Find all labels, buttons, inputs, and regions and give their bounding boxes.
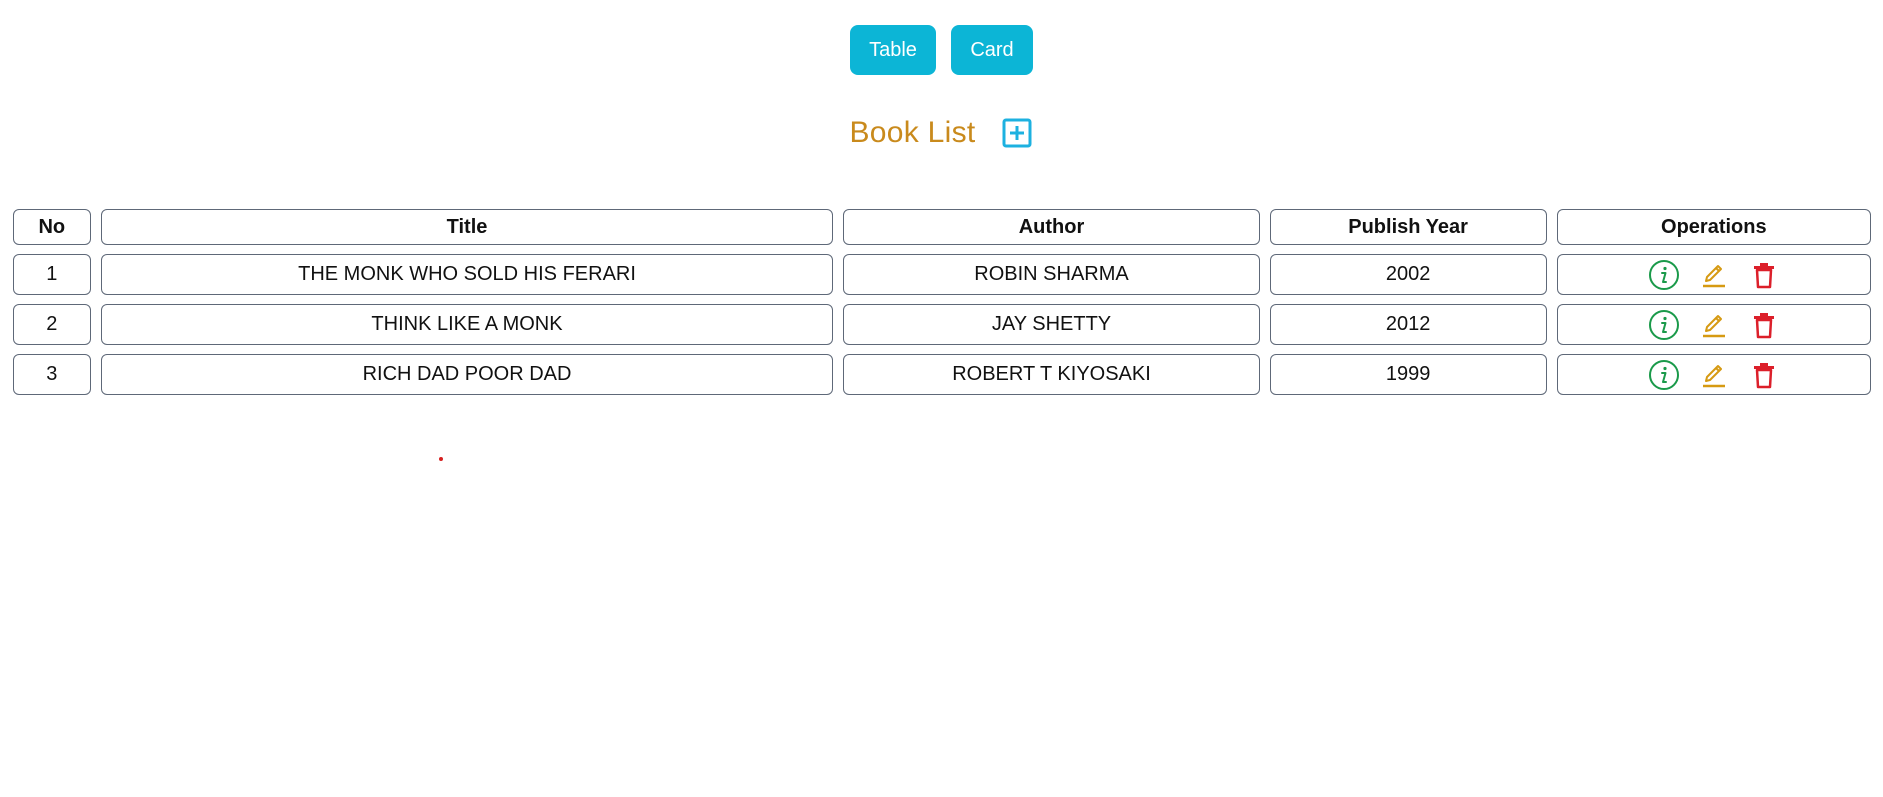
table-view-button[interactable]: Table bbox=[850, 25, 936, 75]
cell-title: THE MONK WHO SOLD HIS FERARI bbox=[100, 254, 834, 295]
table-row: 1 THE MONK WHO SOLD HIS FERARI ROBIN SHA… bbox=[13, 254, 1871, 295]
column-header-operations: Operations bbox=[1556, 209, 1871, 245]
info-circle-icon bbox=[1648, 259, 1679, 290]
operations-group bbox=[1558, 359, 1870, 391]
edit-button[interactable] bbox=[1698, 359, 1730, 391]
column-header-no: No bbox=[13, 209, 91, 245]
info-button[interactable] bbox=[1648, 309, 1680, 341]
cell-publish-year: 2002 bbox=[1269, 254, 1547, 295]
cell-publish-year: 1999 bbox=[1269, 354, 1547, 395]
column-header-title: Title bbox=[100, 209, 834, 245]
operations-group bbox=[1558, 259, 1870, 291]
delete-button[interactable] bbox=[1748, 259, 1780, 291]
delete-button[interactable] bbox=[1748, 359, 1780, 391]
cell-publish-year: 2012 bbox=[1269, 304, 1547, 345]
cell-author: ROBERT T KIYOSAKI bbox=[843, 354, 1260, 395]
view-toggle: Table Card bbox=[0, 25, 1883, 75]
trash-icon bbox=[1753, 362, 1774, 388]
cell-no: 2 bbox=[13, 304, 91, 345]
column-header-author: Author bbox=[843, 209, 1260, 245]
delete-button[interactable] bbox=[1748, 309, 1780, 341]
cell-author: JAY SHETTY bbox=[843, 304, 1260, 345]
info-circle-icon bbox=[1648, 309, 1679, 340]
info-circle-icon bbox=[1648, 359, 1679, 390]
info-button[interactable] bbox=[1648, 359, 1680, 391]
page-header: Book List bbox=[0, 116, 1883, 150]
cell-author: ROBIN SHARMA bbox=[843, 254, 1260, 295]
mouse-cursor-dot bbox=[439, 457, 443, 461]
add-book-button[interactable] bbox=[1000, 116, 1034, 150]
edit-button[interactable] bbox=[1698, 309, 1730, 341]
edit-pencil-icon bbox=[1702, 264, 1725, 287]
table-row: 2 THINK LIKE A MONK JAY SHETTY 2012 bbox=[13, 304, 1871, 345]
cell-operations bbox=[1556, 354, 1871, 395]
card-view-button[interactable]: Card bbox=[951, 25, 1033, 75]
cell-operations bbox=[1556, 254, 1871, 295]
column-header-publish-year: Publish Year bbox=[1269, 209, 1547, 245]
cell-no: 3 bbox=[13, 354, 91, 395]
trash-icon bbox=[1753, 312, 1774, 338]
page-title: Book List bbox=[849, 116, 976, 149]
trash-icon bbox=[1753, 262, 1774, 288]
plus-square-icon bbox=[1002, 118, 1032, 148]
edit-button[interactable] bbox=[1698, 259, 1730, 291]
cell-operations bbox=[1556, 304, 1871, 345]
info-button[interactable] bbox=[1648, 259, 1680, 291]
cell-no: 1 bbox=[13, 254, 91, 295]
edit-pencil-icon bbox=[1702, 364, 1725, 387]
table-row: 3 RICH DAD POOR DAD ROBERT T KIYOSAKI 19… bbox=[13, 354, 1871, 395]
book-table: No Title Author Publish Year Operations … bbox=[3, 200, 1881, 404]
operations-group bbox=[1558, 309, 1870, 341]
cell-title: THINK LIKE A MONK bbox=[100, 304, 834, 345]
edit-pencil-icon bbox=[1702, 314, 1725, 337]
cell-title: RICH DAD POOR DAD bbox=[100, 354, 834, 395]
table-header-row: No Title Author Publish Year Operations bbox=[13, 209, 1871, 245]
